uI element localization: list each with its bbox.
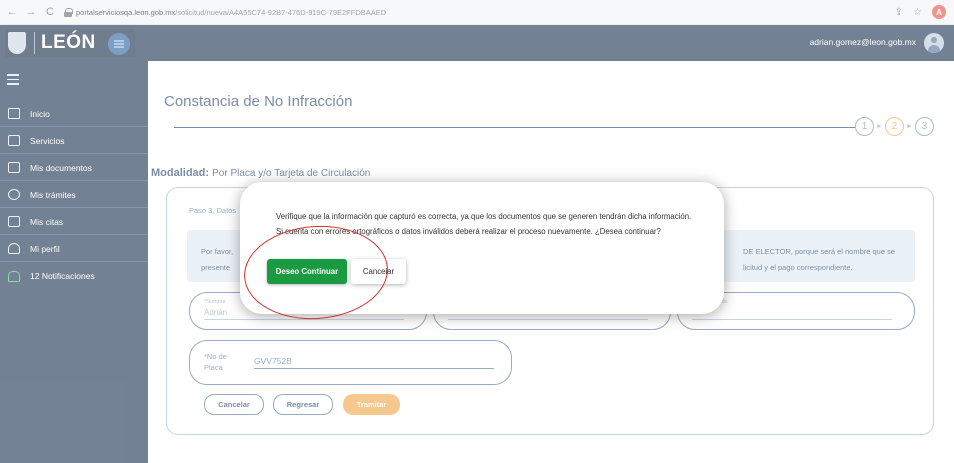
lock-icon <box>64 8 73 17</box>
stepper: 1 ► 2 ► 3 <box>855 117 934 136</box>
browser-toolbar: ← → C portalserviciosqa.leon.gob.mx/soli… <box>0 0 954 25</box>
cancel-button[interactable]: Cancelar <box>204 394 264 415</box>
hamburger-menu-icon[interactable] <box>7 74 19 85</box>
calendar-icon <box>8 216 20 227</box>
bookmark-star-icon[interactable]: ☆ <box>913 7 922 18</box>
dialog-message: Verifique que la información que capturó… <box>276 212 692 236</box>
browser-profile-icon[interactable]: A <box>932 5 946 19</box>
submit-button[interactable]: Tramitar <box>343 394 400 415</box>
step-arrow-icon: ► <box>905 123 913 130</box>
sidebar-item-label: Mis documentos <box>30 162 92 173</box>
address-bar[interactable]: portalserviciosqa.leon.gob.mx/solicitud/… <box>64 4 864 21</box>
sidebar-item-label: Mis trámites <box>30 189 76 200</box>
field-underline <box>254 368 494 369</box>
back-button[interactable]: Regresar <box>273 394 333 415</box>
page-title: Constancia de No Infracción <box>164 93 353 110</box>
info-line: licitud y el pago correspondiente. <box>743 263 853 272</box>
step-1: 1 <box>855 117 874 136</box>
url-host: portalserviciosqa.leon.gob.mx <box>76 8 176 17</box>
sidebar-item-mis-citas[interactable]: Mis citas <box>0 209 148 235</box>
avatar[interactable] <box>924 33 944 53</box>
bell-icon <box>8 270 20 282</box>
field-underline <box>204 319 404 320</box>
field-underline <box>448 319 648 320</box>
dialog-cancel-button[interactable]: Cancelar <box>351 259 406 284</box>
share-icon[interactable]: ⇪ <box>895 7 903 18</box>
modalidad-label: Modalidad: <box>151 167 210 179</box>
placa-field[interactable]: *No de Placa GVV752B <box>189 340 512 385</box>
forward-arrow-icon[interactable]: → <box>24 5 38 19</box>
person-icon <box>8 243 20 254</box>
field-underline <box>692 319 892 320</box>
field-value: Adrián <box>204 308 228 317</box>
sidebar-item-notificaciones[interactable]: 12 Notificaciones <box>0 263 148 289</box>
info-line: Por favor, <box>201 247 234 256</box>
house-icon <box>8 108 20 119</box>
confirm-dialog: Verifique que la información que capturó… <box>240 182 724 314</box>
placa-label: *No de Placa <box>204 352 227 372</box>
step-2: 2 <box>884 117 904 136</box>
modalidad-heading: Modalidad: Por Placa y/o Tarjeta de Circ… <box>151 167 370 179</box>
info-line: DE ELECTOR, porque será el nombre que se <box>743 247 896 256</box>
step-label: Paso 3. Datos <box>189 206 237 215</box>
sidebar-item-mis-documentos[interactable]: Mis documentos <box>0 155 148 181</box>
sidebar: Inicio Servicios Mis documentos Mis trám… <box>0 61 148 463</box>
app-header: LEÓN adrian.gomez@leon.gob.mx <box>0 25 954 61</box>
logo-text: LEÓN <box>34 32 96 54</box>
url-path: /solicitud/nueva/A4A55C74-92B7-476D-919C… <box>175 8 387 17</box>
info-line: presente <box>201 263 231 272</box>
confirm-continue-button[interactable]: Deseo Continuar <box>267 259 347 284</box>
sidebar-item-label: 12 Notificaciones <box>30 271 95 281</box>
back-arrow-icon[interactable]: ← <box>5 5 19 19</box>
user-email[interactable]: adrian.gomez@leon.gob.mx <box>810 37 916 47</box>
sidebar-item-mi-perfil[interactable]: Mi perfil <box>0 236 148 262</box>
step-3: 3 <box>914 117 934 136</box>
browser-actions: ⇪ ☆ A <box>895 5 946 19</box>
modalidad-value: Por Placa y/o Tarjeta de Circulación <box>212 168 371 179</box>
sidebar-item-inicio[interactable]: Inicio <box>0 101 148 127</box>
sidebar-item-label: Servicios <box>30 135 65 146</box>
sidebar-item-servicios[interactable]: Servicios <box>0 128 148 154</box>
sidebar-item-label: Inicio <box>30 108 50 119</box>
shield-icon <box>8 32 26 54</box>
menu-toggle-icon[interactable] <box>108 33 130 55</box>
step-arrow-icon: ► <box>876 123 883 130</box>
reload-icon[interactable]: C <box>43 5 57 19</box>
sidebar-item-mis-tramites[interactable]: Mis trámites <box>0 182 148 208</box>
field-label: *Nombre <box>204 299 226 305</box>
title-divider <box>174 127 857 128</box>
placa-value: GVV752B <box>254 356 292 366</box>
info-text-right: DE ELECTOR, porque será el nombre que se… <box>743 244 895 276</box>
sidebar-item-label: Mi perfil <box>30 243 60 254</box>
gear-icon <box>8 189 20 200</box>
info-text-left: Por favor, presente <box>201 244 233 276</box>
sidebar-item-label: Mis citas <box>30 216 64 227</box>
document-icon <box>8 162 20 173</box>
play-icon <box>8 135 20 146</box>
